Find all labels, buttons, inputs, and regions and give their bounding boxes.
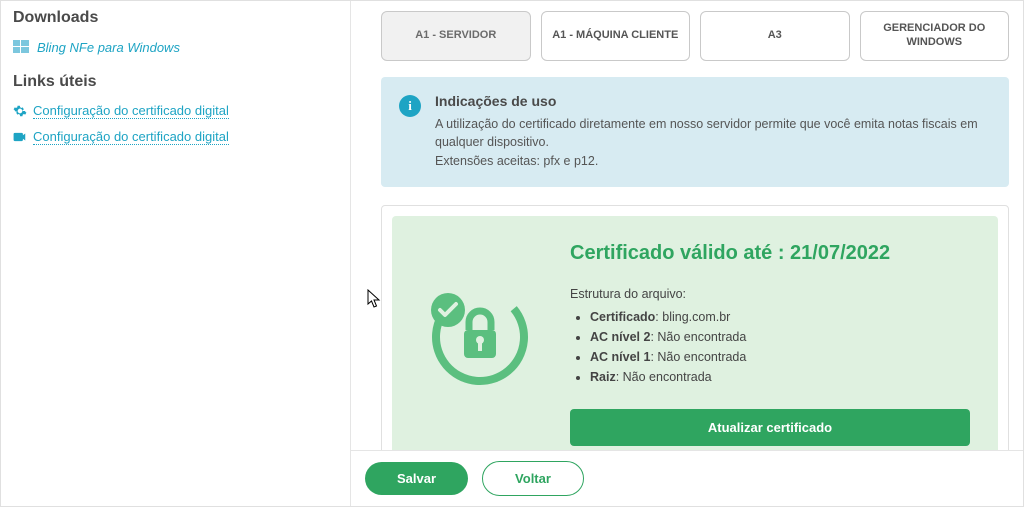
video-icon bbox=[13, 130, 27, 144]
useful-link-row: Configuração do certificado digital bbox=[13, 103, 338, 119]
downloads-heading: Downloads bbox=[13, 9, 338, 27]
cert-title: Certificado válido até : 21/07/2022 bbox=[570, 242, 970, 265]
tab-a1-maquina-cliente[interactable]: A1 - MÁQUINA CLIENTE bbox=[541, 11, 691, 61]
tab-a1-servidor[interactable]: A1 - SERVIDOR bbox=[381, 11, 531, 61]
tab-bar: A1 - SERVIDOR A1 - MÁQUINA CLIENTE A3 GE… bbox=[381, 11, 1009, 61]
links-heading: Links úteis bbox=[13, 73, 338, 91]
list-item: AC nível 1: Não encontrada bbox=[590, 347, 970, 367]
sidebar: Downloads Bling NFe para Windows Links ú… bbox=[1, 1, 351, 506]
download-link[interactable]: Bling NFe para Windows bbox=[37, 40, 180, 55]
update-cert-button[interactable]: Atualizar certificado bbox=[570, 409, 970, 446]
lock-check-icon bbox=[420, 272, 540, 395]
footer-actions: Salvar Voltar bbox=[351, 450, 1023, 506]
save-button[interactable]: Salvar bbox=[365, 462, 468, 495]
info-box: i Indicações de uso A utilização do cert… bbox=[381, 77, 1009, 187]
config-cert-link-2[interactable]: Configuração do certificado digital bbox=[33, 129, 229, 145]
cert-structure-list: Certificado: bling.com.br AC nível 2: Nã… bbox=[570, 307, 970, 387]
tab-gerenciador-windows[interactable]: GERENCIADOR DO WINDOWS bbox=[860, 11, 1010, 61]
tab-a3[interactable]: A3 bbox=[700, 11, 850, 61]
info-line2: Extensões aceitas: pfx e p12. bbox=[435, 152, 991, 171]
list-item: Certificado: bling.com.br bbox=[590, 307, 970, 327]
main-content: A1 - SERVIDOR A1 - MÁQUINA CLIENTE A3 GE… bbox=[351, 1, 1023, 506]
config-cert-link-1[interactable]: Configuração do certificado digital bbox=[33, 103, 229, 119]
windows-icon bbox=[13, 39, 29, 55]
list-item: AC nível 2: Não encontrada bbox=[590, 327, 970, 347]
gear-icon bbox=[13, 104, 27, 118]
back-button[interactable]: Voltar bbox=[482, 461, 584, 496]
cert-structure-label: Estrutura do arquivo: bbox=[570, 287, 970, 301]
download-item: Bling NFe para Windows bbox=[13, 39, 338, 55]
info-icon: i bbox=[399, 95, 421, 117]
useful-link-row: Configuração do certificado digital bbox=[13, 129, 338, 145]
info-title: Indicações de uso bbox=[435, 93, 991, 109]
list-item: Raiz: Não encontrada bbox=[590, 367, 970, 387]
info-line1: A utilização do certificado diretamente … bbox=[435, 115, 991, 153]
